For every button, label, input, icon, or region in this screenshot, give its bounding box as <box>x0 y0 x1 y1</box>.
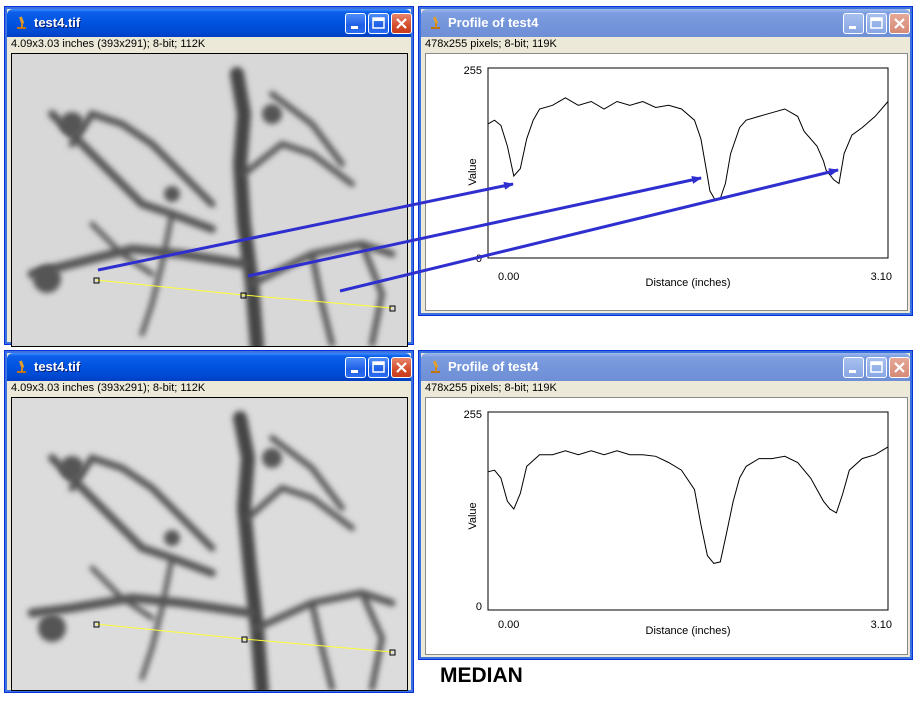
annotation-arrow-1 <box>97 181 514 272</box>
annotation-arrows <box>97 168 839 293</box>
annotation-arrow-3 <box>339 168 839 293</box>
median-caption: MEDIAN <box>440 664 523 687</box>
